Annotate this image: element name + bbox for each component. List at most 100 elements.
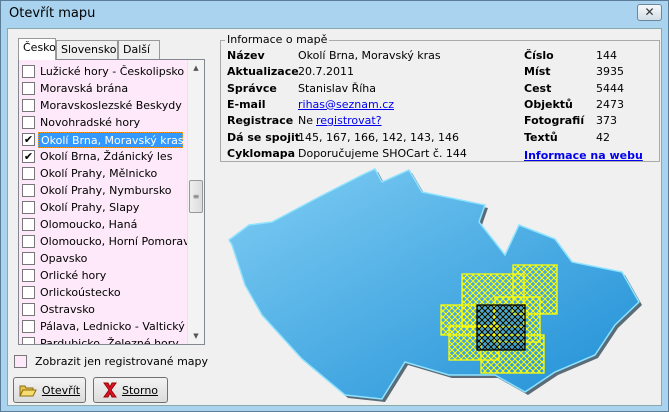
map-item-label: Moravská brána bbox=[40, 81, 129, 95]
stat-key: Cest bbox=[524, 81, 552, 95]
map-list-item[interactable]: Okolí Prahy, Nymbursko bbox=[22, 182, 184, 199]
stat-key: Číslo bbox=[524, 49, 554, 62]
map-item-label: Orlické hory bbox=[40, 268, 107, 282]
map-item-label: Novohradské hory bbox=[40, 115, 141, 129]
open-label: Otevřít bbox=[41, 383, 81, 397]
web-info-link[interactable]: Informace na webu bbox=[524, 148, 643, 164]
map-item-label: Lužické hory - Českolipsko bbox=[40, 64, 185, 78]
checkbox-icon[interactable] bbox=[22, 320, 35, 333]
open-button[interactable]: Otevřít bbox=[13, 377, 86, 403]
info-value: Stanislav Říha bbox=[298, 81, 377, 95]
checkbox-icon[interactable] bbox=[22, 218, 35, 231]
checkbox-icon[interactable] bbox=[22, 184, 35, 197]
only-registered-label: Zobrazit jen registrované mapy bbox=[35, 355, 209, 368]
czech-map[interactable] bbox=[220, 163, 660, 407]
map-list-item[interactable]: Olomoucko, Horní Pomoraví bbox=[22, 233, 193, 250]
selected-map-area[interactable] bbox=[476, 304, 526, 351]
checkbox-icon[interactable] bbox=[22, 99, 35, 112]
map-item-label: Pardubicko, Železné hory bbox=[40, 336, 179, 345]
info-key: Aktualizace bbox=[227, 65, 299, 79]
scroll-thumb[interactable]: ≡ bbox=[189, 180, 203, 213]
map-list-item[interactable]: ✔ Okolí Brna, Ždánický les bbox=[22, 148, 184, 165]
checkbox-icon[interactable] bbox=[22, 82, 35, 95]
checkbox-icon[interactable] bbox=[22, 235, 35, 248]
checkbox-icon[interactable]: ✔ bbox=[22, 150, 35, 163]
map-item-label: Olomoucko, Horní Pomoraví bbox=[40, 234, 193, 248]
checkbox-icon[interactable] bbox=[22, 286, 35, 299]
stat-key: Fotografií bbox=[524, 114, 585, 128]
map-item-label: Okolí Brna, Moravský kras bbox=[38, 131, 184, 148]
tab-cesko[interactable]: Česko bbox=[18, 38, 56, 60]
map-list-item[interactable]: Olomoucko, Haná bbox=[22, 216, 184, 233]
list-scrollbar[interactable]: ▲ ≡ ▼ bbox=[187, 60, 204, 344]
cancel-button[interactable]: Storno bbox=[93, 377, 168, 403]
map-list-item[interactable]: Moravská brána bbox=[22, 80, 184, 97]
checkbox-icon[interactable] bbox=[14, 355, 27, 368]
map-item-label: Pálava, Lednicko - Valtický ... bbox=[40, 319, 199, 333]
map-list-item[interactable]: ✔ Okolí Brna, Moravský kras bbox=[22, 131, 184, 148]
info-value: Okolí Brna, Moravský kras bbox=[298, 49, 441, 62]
stat-value: 373 bbox=[596, 114, 617, 128]
info-value: 145, 167, 166, 142, 143, 146 bbox=[298, 130, 459, 144]
close-button[interactable]: ✕ bbox=[637, 4, 662, 21]
map-item-label: Okolí Prahy, Mělnicko bbox=[40, 166, 158, 180]
info-key: Registrace bbox=[227, 114, 294, 128]
map-item-label: Okolí Brna, Ždánický les bbox=[40, 149, 173, 163]
stat-value: 42 bbox=[596, 130, 610, 144]
map-list-item[interactable]: Lužické hory - Českolipsko bbox=[22, 63, 184, 80]
register-link[interactable]: registrovat? bbox=[316, 113, 382, 129]
info-key: Dá se spojit bbox=[227, 130, 300, 144]
checkbox-icon[interactable] bbox=[22, 201, 35, 214]
map-item-label: Okolí Prahy, Nymbursko bbox=[40, 183, 172, 197]
checkbox-icon[interactable] bbox=[22, 116, 35, 129]
cancel-label: Storno bbox=[121, 383, 159, 397]
cancel-x-icon bbox=[102, 382, 117, 398]
stat-key: Míst bbox=[524, 65, 551, 79]
dialog-window: Otevřít mapu ✕ Česko Slovensko Další Par… bbox=[0, 0, 669, 412]
info-key: E-mail bbox=[227, 97, 266, 111]
info-value: 20.7.2011 bbox=[298, 65, 354, 79]
info-key: Správce bbox=[227, 81, 277, 95]
scroll-up-icon[interactable]: ▲ bbox=[188, 60, 204, 76]
map-list-item[interactable]: Okolí Prahy, Mělnicko bbox=[22, 165, 184, 182]
map-list-item[interactable]: Moravskoslezské Beskydy bbox=[22, 97, 184, 114]
tab-dalsi[interactable]: Další bbox=[118, 40, 160, 59]
map-list-item[interactable]: Orlickoústecko bbox=[22, 284, 184, 301]
map-list-item[interactable]: Novohradské hory bbox=[22, 114, 184, 131]
checkbox-icon[interactable] bbox=[22, 269, 35, 282]
info-value: Ne bbox=[298, 114, 313, 128]
map-list-item[interactable]: Pálava, Lednicko - Valtický ... bbox=[22, 318, 199, 335]
checkbox-icon[interactable] bbox=[22, 167, 35, 180]
stat-key: Textů bbox=[524, 130, 558, 144]
info-key: Název bbox=[227, 49, 265, 62]
tab-slovensko[interactable]: Slovensko bbox=[56, 40, 118, 59]
stat-value: 3935 bbox=[596, 65, 624, 79]
map-list[interactable]: Pardubicko, Železné hory Pálava, Lednicko… bbox=[18, 59, 205, 345]
dialog-client: Česko Slovensko Další Pardubicko, Železn… bbox=[7, 28, 662, 406]
checkbox-icon[interactable] bbox=[22, 252, 35, 265]
map-item-label: Moravskoslezské Beskydy bbox=[40, 98, 182, 112]
checkbox-icon[interactable] bbox=[22, 337, 35, 344]
map-list-item[interactable]: Pardubicko, Železné hory bbox=[22, 335, 184, 345]
stat-value: 5444 bbox=[596, 81, 624, 95]
map-info-group: Informace o mapě Název Okolí Brna, Moravs… bbox=[220, 33, 660, 164]
checkbox-icon[interactable]: ✔ bbox=[22, 133, 35, 146]
scroll-down-icon[interactable]: ▼ bbox=[188, 328, 204, 344]
only-registered-checkbox[interactable]: Zobrazit jen registrované mapy bbox=[14, 355, 208, 368]
map-list-item[interactable]: Okolí Prahy, Slapy bbox=[22, 199, 184, 216]
info-key: Cyklomapa bbox=[227, 146, 296, 160]
map-item-label: Orlickoústecko bbox=[40, 285, 121, 299]
email-link[interactable]: rihas@seznam.cz bbox=[298, 97, 394, 113]
checkbox-icon[interactable] bbox=[22, 303, 35, 316]
checkbox-icon[interactable] bbox=[22, 65, 35, 78]
map-list-item[interactable]: Orlické hory bbox=[22, 267, 184, 284]
title-bar[interactable]: Otevřít mapu ✕ bbox=[1, 1, 668, 27]
map-item-label: Okolí Prahy, Slapy bbox=[40, 200, 140, 214]
map-item-label: Olomoucko, Haná bbox=[40, 217, 138, 231]
info-value: Doporučujeme SHOCart č. 144 bbox=[298, 146, 467, 160]
map-list-item[interactable]: Ostravsko bbox=[22, 301, 184, 318]
stat-value: 2473 bbox=[596, 97, 624, 111]
map-item-label: Ostravsko bbox=[40, 302, 95, 316]
stat-key: Objektů bbox=[524, 97, 573, 111]
map-list-item[interactable]: Opavsko bbox=[22, 250, 184, 267]
